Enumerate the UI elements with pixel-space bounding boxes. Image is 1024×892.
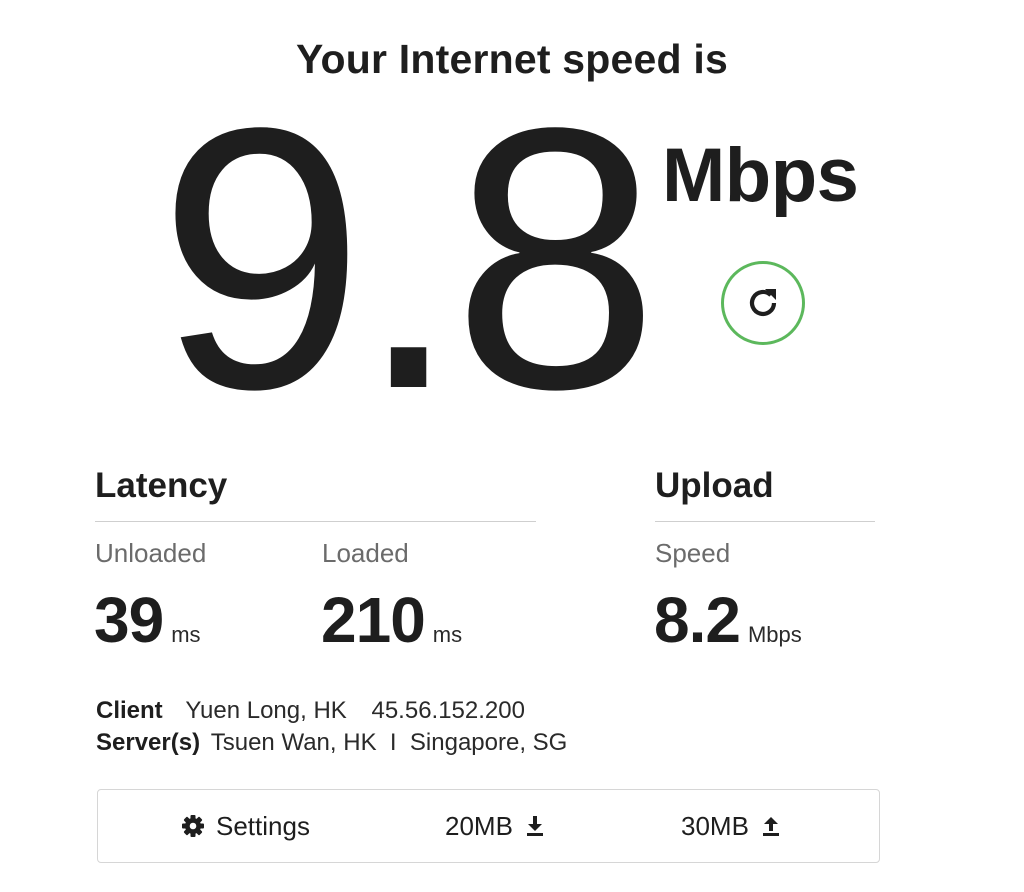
client-location: Yuen Long, HK <box>185 697 347 724</box>
unloaded-latency-unit: ms <box>171 622 201 647</box>
servers-value: Tsuen Wan, HK I Singapore, SG <box>210 729 568 756</box>
unloaded-latency-number: 39 <box>94 584 164 656</box>
upload-speed-unit: Mbps <box>747 622 802 647</box>
settings-label: Settings <box>216 810 310 841</box>
server-info: Server(s) Tsuen Wan, HK I Singapore, SG <box>96 729 567 757</box>
client-ip: 45.56.152.200 <box>371 697 525 724</box>
latency-title: Latency <box>95 466 228 505</box>
loaded-latency-number: 210 <box>321 584 426 656</box>
upload-divider <box>655 521 875 522</box>
gear-icon <box>181 814 205 838</box>
unloaded-latency-value: 39 ms <box>94 583 201 657</box>
download-size-label: 20MB <box>445 810 513 841</box>
download-speed-unit: Mbps <box>662 133 859 218</box>
upload-speed-label: Speed <box>655 538 731 568</box>
upload-speed-number: 8.2 <box>654 584 741 656</box>
refresh-button[interactable] <box>721 261 805 345</box>
latency-divider <box>95 521 536 522</box>
upload-icon <box>761 815 781 837</box>
refresh-icon <box>741 281 785 325</box>
client-info: Client Yuen Long, HK 45.56.152.200 <box>96 697 525 725</box>
options-bar: Settings 20MB 30MB <box>97 789 880 863</box>
client-label: Client <box>96 697 163 724</box>
upload-speed-value: 8.2 Mbps <box>654 583 802 657</box>
download-icon <box>525 815 545 837</box>
download-size-option[interactable]: 20MB <box>445 790 545 862</box>
loaded-latency-label: Loaded <box>322 538 409 568</box>
upload-title: Upload <box>655 466 774 505</box>
download-speed-value: 9.8 <box>158 50 659 466</box>
upload-size-label: 30MB <box>681 810 749 841</box>
unloaded-latency-label: Unloaded <box>95 538 207 568</box>
settings-button[interactable]: Settings <box>181 790 310 862</box>
servers-label: Server(s) <box>96 729 201 756</box>
upload-size-option[interactable]: 30MB <box>681 790 781 862</box>
loaded-latency-unit: ms <box>432 622 463 647</box>
loaded-latency-value: 210 ms <box>321 583 462 657</box>
